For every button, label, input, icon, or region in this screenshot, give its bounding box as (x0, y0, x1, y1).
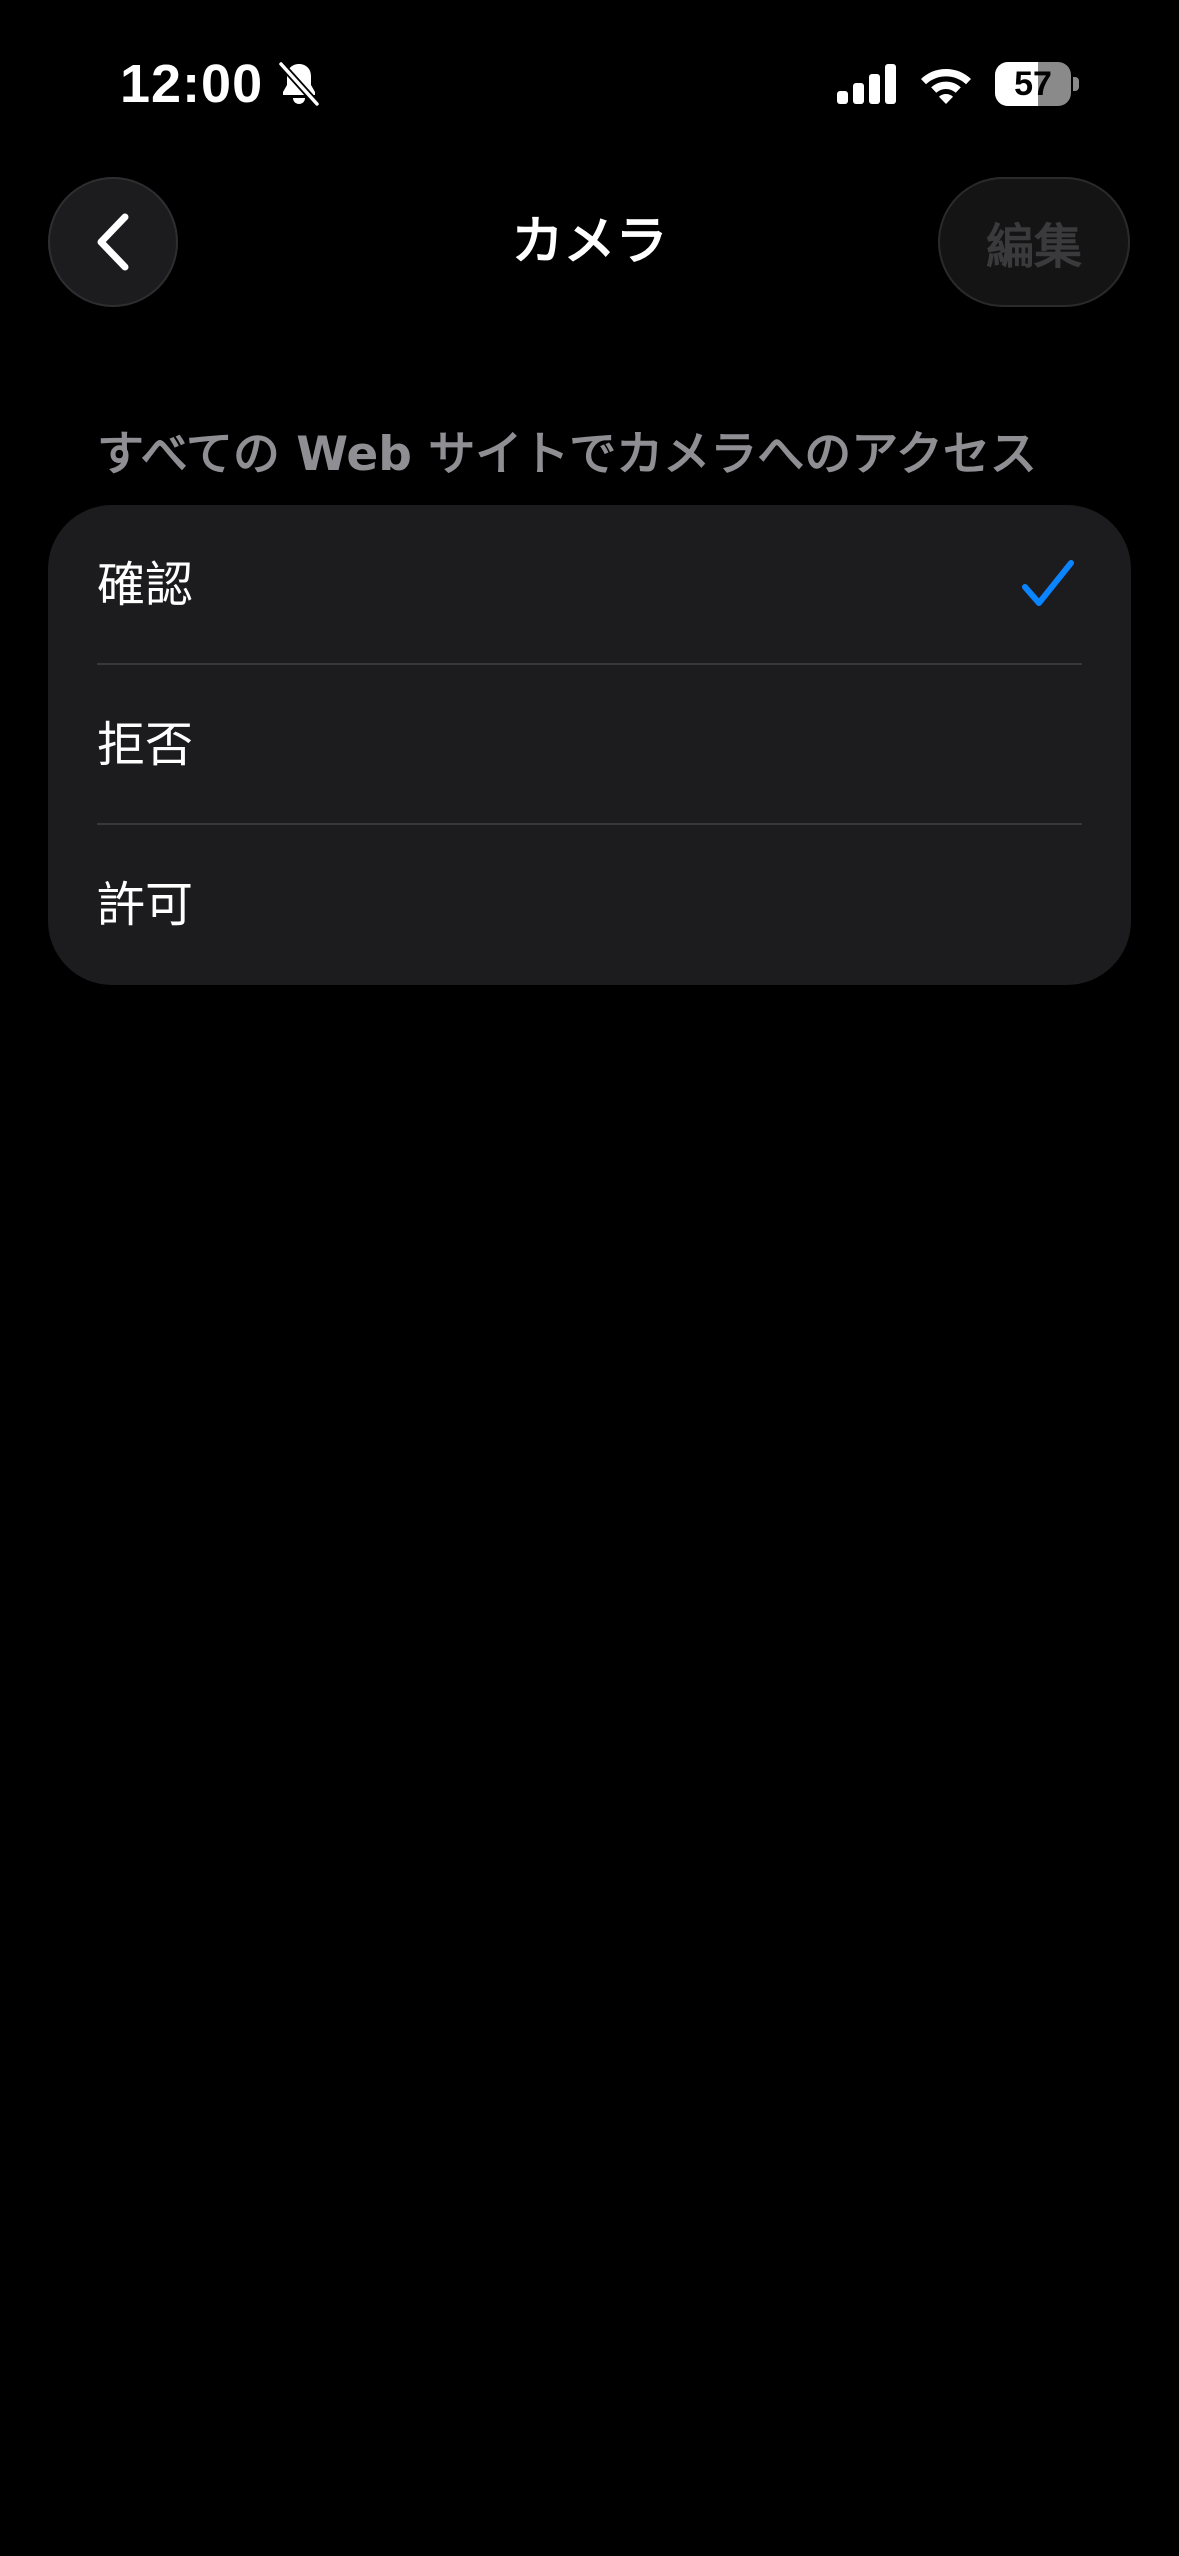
option-ask[interactable]: 確認 (48, 505, 1131, 665)
battery-body: 57 (995, 62, 1071, 106)
status-bar: 12:00 57 (0, 0, 1179, 160)
battery-cap (1073, 77, 1079, 91)
back-button[interactable] (48, 177, 178, 307)
section-header: すべての Web サイトでカメラへのアクセス (97, 427, 1037, 482)
battery-icon: 57 (995, 62, 1081, 106)
option-label: 許可 (97, 877, 194, 933)
battery-level: 57 (1014, 65, 1052, 103)
bell-slash-icon (277, 60, 321, 108)
page-title: カメラ (511, 212, 668, 272)
option-deny[interactable]: 拒否 (48, 665, 1131, 825)
status-time: 12:00 (120, 54, 264, 114)
status-right-group: 57 (837, 62, 1081, 106)
option-label: 拒否 (97, 717, 194, 773)
camera-access-options: 確認 拒否 許可 (48, 505, 1131, 985)
checkmark-icon (1022, 560, 1074, 606)
wifi-icon (921, 69, 971, 104)
chevron-left-icon (97, 213, 129, 271)
status-time-group: 12:00 (120, 52, 321, 116)
option-allow[interactable]: 許可 (48, 825, 1131, 985)
option-label: 確認 (97, 557, 194, 613)
cellular-signal-icon (837, 64, 896, 104)
edit-button[interactable]: 編集 (938, 177, 1130, 307)
